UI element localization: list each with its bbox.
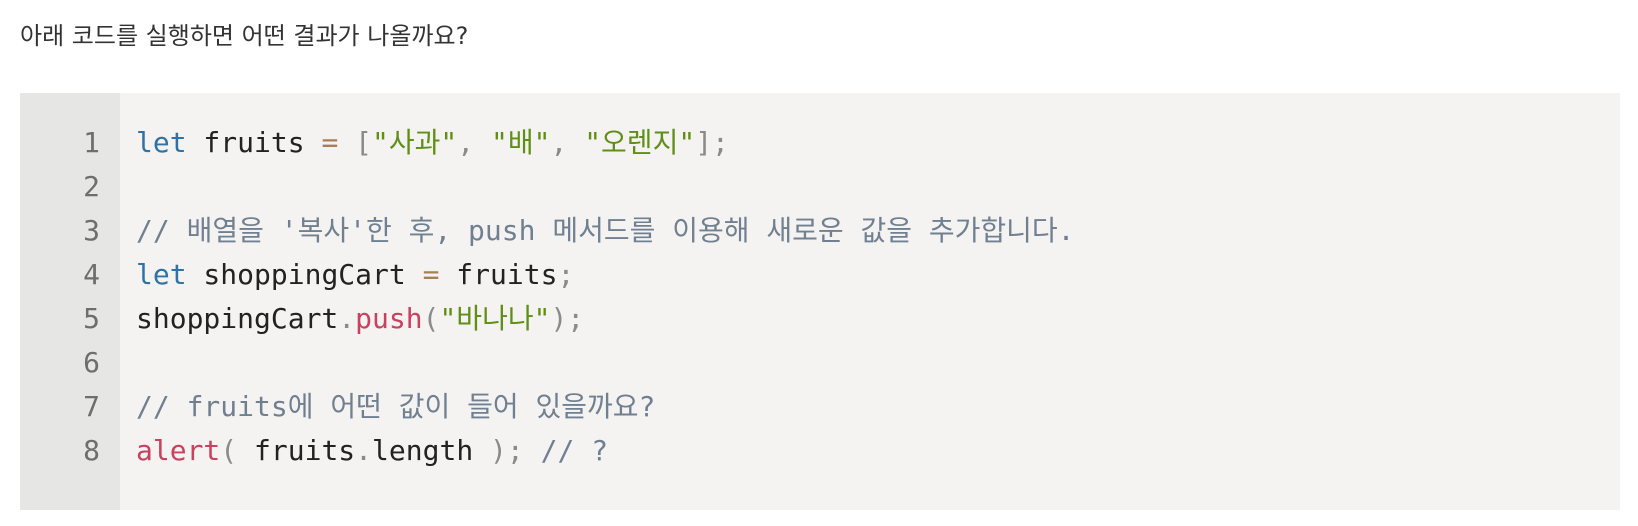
code-token-comment: // 배열을 '복사'한 후, push 메서드를 이용해 새로운 값을 추가합… xyxy=(136,214,1075,247)
code-token-string: "사과" xyxy=(372,126,458,159)
code-token-punc: , xyxy=(550,126,568,159)
code-line: let shoppingCart = fruits; xyxy=(136,253,1620,297)
code-token-plain: fruits xyxy=(186,126,322,159)
line-number-gutter: 1 2 3 4 5 6 7 8 xyxy=(20,93,120,510)
line-number: 3 xyxy=(83,214,100,247)
code-token-keyword: let xyxy=(136,126,187,159)
code-token-punc: . xyxy=(355,434,373,467)
code-token-plain: shoppingCart xyxy=(186,258,423,291)
code-token-plain: fruits xyxy=(237,434,356,467)
code-token-func: alert xyxy=(136,434,221,467)
line-number: 7 xyxy=(83,390,100,423)
code-line: // fruits에 어떤 값이 들어 있을까요? xyxy=(136,385,1620,429)
code-token-string: "바나나" xyxy=(439,302,551,335)
code-area[interactable]: let fruits = ["사과", "배", "오렌지"]; // 배열을 … xyxy=(120,93,1620,510)
code-token-plain: length xyxy=(372,434,491,467)
code-line: let fruits = ["사과", "배", "오렌지"]; xyxy=(136,121,1620,165)
code-token-comment: // fruits에 어떤 값이 들어 있을까요? xyxy=(136,390,656,423)
code-token-string: "오렌지" xyxy=(584,126,696,159)
code-token-punc: ( xyxy=(422,302,440,335)
line-number: 2 xyxy=(83,170,100,203)
code-token-keyword: let xyxy=(136,258,187,291)
code-token-punc: . xyxy=(338,302,356,335)
code-token-func: push xyxy=(355,302,423,335)
code-line: alert( fruits.length ); // ? xyxy=(136,429,1620,473)
line-number: 5 xyxy=(83,302,100,335)
code-block[interactable]: 1 2 3 4 5 6 7 8 let fruits = ["사과", "배",… xyxy=(20,93,1620,510)
line-number: 6 xyxy=(83,346,100,379)
code-token-plain: shoppingCart xyxy=(136,302,339,335)
code-token-punc: ); xyxy=(550,302,585,335)
line-number: 8 xyxy=(83,434,100,467)
code-token-punc: ( xyxy=(220,434,238,467)
code-token-comment: // ? xyxy=(540,434,609,467)
code-token-punc: ; xyxy=(557,258,575,291)
code-token-punc: , xyxy=(457,126,475,159)
code-token-string: "배" xyxy=(490,126,551,159)
code-line: shoppingCart.push("바나나"); xyxy=(136,297,1620,341)
code-token-punc: ); xyxy=(490,434,524,467)
code-token-plain: fruits xyxy=(439,258,558,291)
code-token-punc: [ xyxy=(355,126,373,159)
code-token-op: = xyxy=(321,126,339,159)
code-token-op: = xyxy=(422,258,440,291)
question-text: 아래 코드를 실행하면 어떤 결과가 나올까요? xyxy=(20,22,469,50)
code-line: // 배열을 '복사'한 후, push 메서드를 이용해 새로운 값을 추가합… xyxy=(136,209,1620,253)
line-number: 1 xyxy=(83,126,100,159)
code-token-punc: ]; xyxy=(695,126,729,159)
line-number: 4 xyxy=(83,258,100,291)
